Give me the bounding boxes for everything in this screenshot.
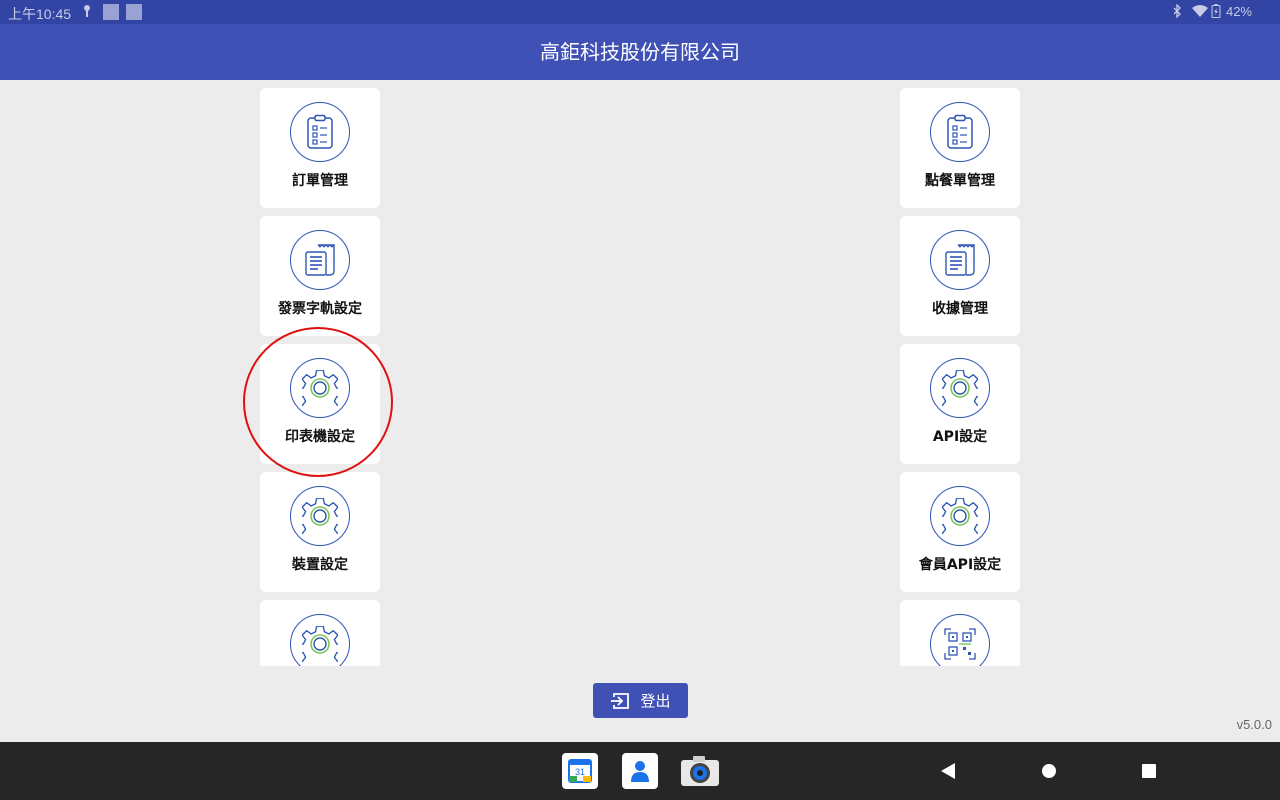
menu-column-right: 點餐單管理 收據管理 API設定 會員API設定 xyxy=(900,88,1020,666)
notification-square-icon xyxy=(103,4,119,20)
back-icon[interactable] xyxy=(940,762,956,780)
icon-circle xyxy=(290,230,350,290)
gear-icon xyxy=(302,498,338,534)
menu-card-device-settings[interactable]: 裝置設定 xyxy=(260,472,380,592)
gear-icon xyxy=(942,370,978,406)
logout-icon xyxy=(611,692,630,709)
menu-grid[interactable]: 訂單管理 發票字軌設定 印表機設定 裝置設定 點餐單管理 收據管理 API設定 … xyxy=(0,80,1280,666)
menu-card-label: 會員API設定 xyxy=(918,557,1002,573)
icon-circle xyxy=(930,486,990,546)
icon-circle xyxy=(290,614,350,666)
recents-icon[interactable] xyxy=(1141,763,1157,779)
qrcode-icon xyxy=(944,628,976,660)
navigation-bar: 31 xyxy=(0,742,1280,800)
menu-card-label: 訂單管理 xyxy=(292,173,348,189)
version-label: v5.0.0 xyxy=(1236,717,1272,732)
gear-icon xyxy=(942,498,978,534)
battery-charging-icon xyxy=(1211,4,1221,18)
icon-circle xyxy=(930,614,990,666)
highlight-circle xyxy=(243,327,393,477)
contacts-app-icon[interactable] xyxy=(622,753,658,789)
home-icon[interactable] xyxy=(1041,763,1057,779)
battery-percent: 42% xyxy=(1225,4,1252,19)
bluetooth-icon xyxy=(1173,4,1181,18)
icon-circle xyxy=(290,486,350,546)
clipboard-icon xyxy=(947,114,973,149)
receipt-icon xyxy=(305,244,335,276)
icon-circle xyxy=(930,358,990,418)
receipt-icon xyxy=(945,244,975,276)
icon-circle xyxy=(930,230,990,290)
contacts-icon xyxy=(631,761,649,782)
menu-card-invoice-track-settings[interactable]: 發票字軌設定 xyxy=(260,216,380,336)
icon-circle xyxy=(930,102,990,162)
menu-card-label: 裝置設定 xyxy=(292,557,348,573)
menu-card-partial[interactable] xyxy=(260,600,380,666)
menu-card-partial[interactable] xyxy=(900,600,1020,666)
menu-card-label: 點餐單管理 xyxy=(925,173,995,189)
menu-card-api-settings[interactable]: API設定 xyxy=(900,344,1020,464)
notification-square-icon xyxy=(126,4,142,20)
logout-button[interactable]: 登出 xyxy=(593,683,688,718)
menu-card-order-management[interactable]: 訂單管理 xyxy=(260,88,380,208)
key-icon xyxy=(84,5,90,17)
menu-card-label: API設定 xyxy=(932,429,988,445)
logout-label: 登出 xyxy=(640,692,671,710)
menu-card-label: 發票字軌設定 xyxy=(278,301,362,317)
page-title: 高鉅科技股份有限公司 xyxy=(540,40,740,64)
calendar-day: 31 xyxy=(575,767,585,777)
camera-icon xyxy=(681,756,719,786)
icon-circle xyxy=(290,102,350,162)
app-bar: 高鉅科技股份有限公司 xyxy=(0,24,1280,80)
camera-app-icon[interactable] xyxy=(680,753,720,789)
calendar-app-icon[interactable]: 31 xyxy=(562,753,598,789)
clipboard-icon xyxy=(307,114,333,149)
menu-card-meal-order-management[interactable]: 點餐單管理 xyxy=(900,88,1020,208)
wifi-icon xyxy=(1192,5,1208,17)
menu-card-member-api-settings[interactable]: 會員API設定 xyxy=(900,472,1020,592)
menu-card-receipt-management[interactable]: 收據管理 xyxy=(900,216,1020,336)
status-time: 上午10:45 xyxy=(8,6,72,22)
status-bar: 上午10:45 42% xyxy=(0,0,1280,24)
calendar-icon: 31 xyxy=(568,759,592,783)
gear-icon xyxy=(302,626,338,662)
menu-card-label: 收據管理 xyxy=(932,301,988,317)
